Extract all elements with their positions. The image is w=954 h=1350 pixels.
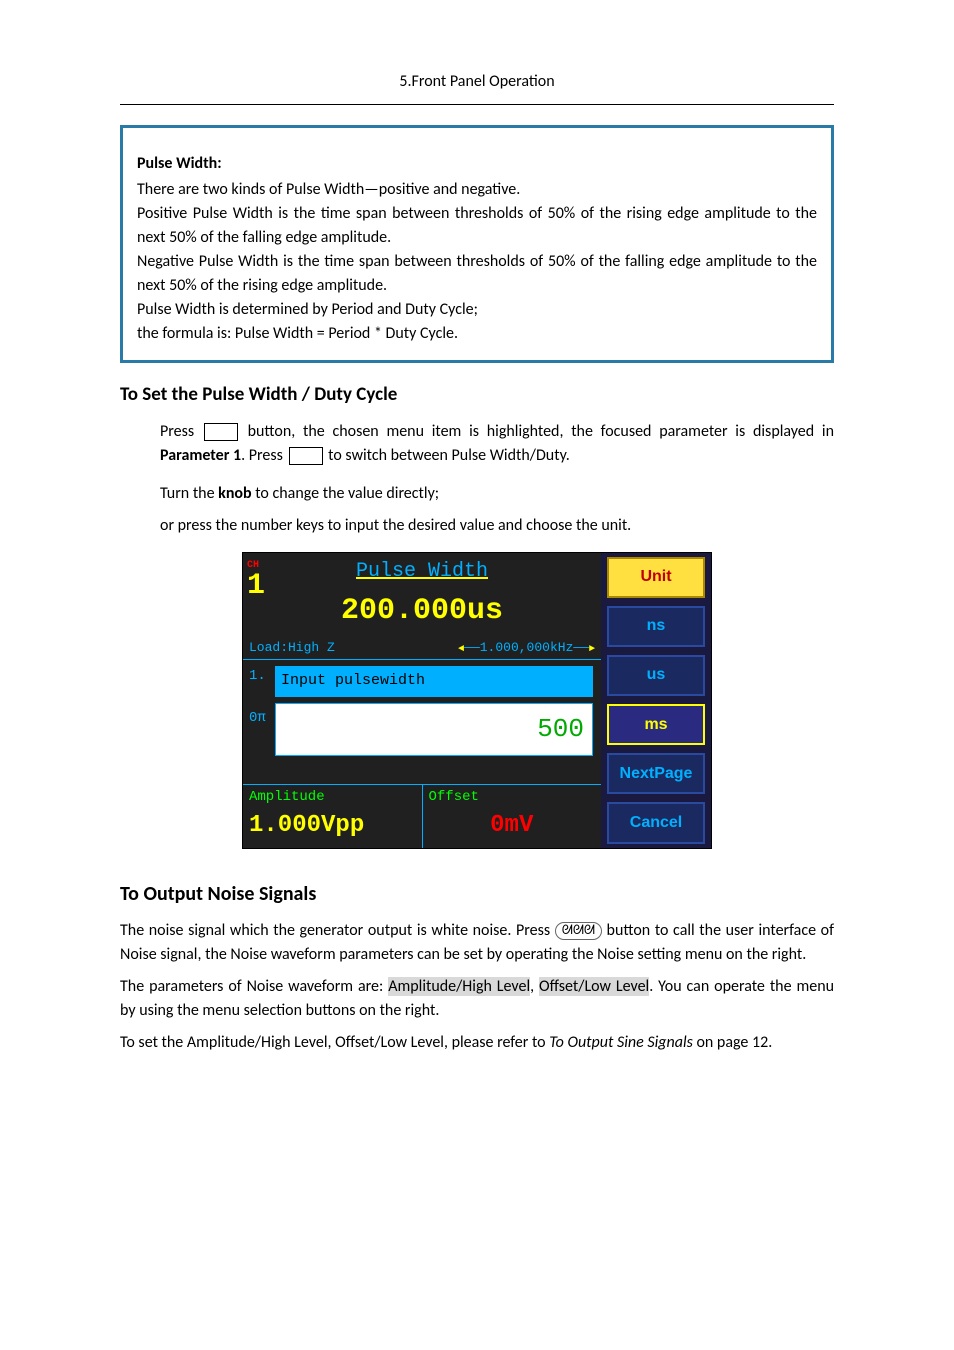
text: Turn the: [160, 484, 218, 503]
section-heading-pulse-width: To Set the Pulse Width / Duty Cycle: [120, 381, 834, 410]
amplitude-high-level: Amplitude/High Level: [388, 977, 530, 996]
menu-ms-button[interactable]: ms: [607, 704, 705, 745]
blank-key-icon: [204, 423, 238, 441]
row-num-2: 0π: [249, 708, 275, 750]
text: button, the chosen menu item is highligh…: [240, 422, 834, 441]
amplitude-cell[interactable]: Amplitude 1.000Vpp: [243, 785, 423, 848]
device-row-numbers: 1. 0π: [243, 660, 275, 756]
text: To set the Amplitude/High Level, Offset/…: [120, 1033, 549, 1052]
info-title: Pulse Width:: [137, 152, 817, 176]
parameter-1-label: Parameter 1: [160, 446, 241, 465]
load-label: Load:High Z: [249, 638, 335, 658]
device-screenshot: CH 1 Pulse Width 200.000us Load:High Z ◄…: [120, 552, 834, 849]
row-num-1: 1.: [249, 666, 275, 708]
text: ,: [530, 977, 539, 996]
channel-badge: CH 1: [247, 561, 265, 601]
device-main-value: 200.000us: [243, 587, 601, 638]
menu-cancel-button[interactable]: Cancel: [607, 802, 705, 843]
offset-cell[interactable]: Offset 0mV: [423, 785, 602, 848]
page-header: 5.Front Panel Operation: [0, 0, 954, 104]
text: to switch between Pulse Width/Duty.: [325, 446, 570, 465]
input-pulsewidth-label: Input pulsewidth: [275, 666, 593, 697]
menu-ns-button[interactable]: ns: [607, 606, 705, 647]
text: . Press: [241, 446, 286, 465]
menu-nextpage-button[interactable]: NextPage: [607, 753, 705, 794]
info-line-5: the formula is: Pulse Width = Period * D…: [137, 322, 817, 346]
info-line-2: Positive Pulse Width is the time span be…: [137, 202, 817, 250]
device-bottom-row: Amplitude 1.000Vpp Offset 0mV: [243, 784, 601, 848]
noise-para-1: The noise signal which the generator out…: [120, 919, 834, 967]
device-title: Pulse Width: [356, 560, 488, 583]
text: The parameters of Noise waveform are:: [120, 977, 388, 996]
device-screen: CH 1 Pulse Width 200.000us Load:High Z ◄…: [242, 552, 712, 849]
blank-key-icon: [289, 447, 323, 465]
page-content: Pulse Width: There are two kinds of Puls…: [0, 125, 954, 1055]
info-line-3: Negative Pulse Width is the time span be…: [137, 250, 817, 298]
header-rule: [120, 104, 834, 105]
amplitude-label: Amplitude: [249, 787, 416, 808]
para-press-button: Press button, the chosen menu item is hi…: [160, 420, 834, 468]
text: to change the value directly;: [252, 484, 439, 503]
text: The noise signal which the generator out…: [120, 921, 555, 940]
offset-low-level: Offset/Low Level: [539, 977, 649, 996]
arrow-right-icon: ►: [589, 644, 595, 655]
device-menu: Unit ns us ms NextPage Cancel: [601, 553, 711, 848]
offset-label: Offset: [429, 787, 596, 808]
info-line-4: Pulse Width is determined by Period and …: [137, 298, 817, 322]
arrow-left-icon: ◄: [458, 644, 464, 655]
section-heading-noise: To Output Noise Signals: [120, 879, 834, 909]
sine-signals-ref: To Output Sine Signals: [549, 1033, 693, 1052]
text: Press: [160, 422, 202, 441]
amplitude-value: 1.000Vpp: [249, 808, 416, 844]
para-knob: Turn the knob to change the value direct…: [160, 482, 834, 506]
text: on page 12.: [693, 1033, 772, 1052]
device-main-area: CH 1 Pulse Width 200.000us Load:High Z ◄…: [243, 553, 601, 848]
info-line-1: There are two kinds of Pulse Width—posit…: [137, 178, 817, 202]
pulse-width-info-box: Pulse Width: There are two kinds of Puls…: [120, 125, 834, 363]
knob-label: knob: [218, 484, 251, 503]
freq-value: 1.000,000kHz: [480, 640, 574, 655]
ch-number: 1: [247, 569, 265, 603]
input-pulsewidth-value[interactable]: 500: [275, 703, 593, 756]
noise-icon: ᘛᘛᘛ: [555, 922, 602, 940]
noise-para-3: To set the Amplitude/High Level, Offset/…: [120, 1031, 834, 1055]
noise-para-2: The parameters of Noise waveform are: Am…: [120, 975, 834, 1023]
menu-us-button[interactable]: us: [607, 655, 705, 696]
para-number-keys: or press the number keys to input the de…: [160, 514, 834, 538]
offset-value: 0mV: [429, 808, 596, 844]
menu-unit-button[interactable]: Unit: [607, 557, 705, 598]
